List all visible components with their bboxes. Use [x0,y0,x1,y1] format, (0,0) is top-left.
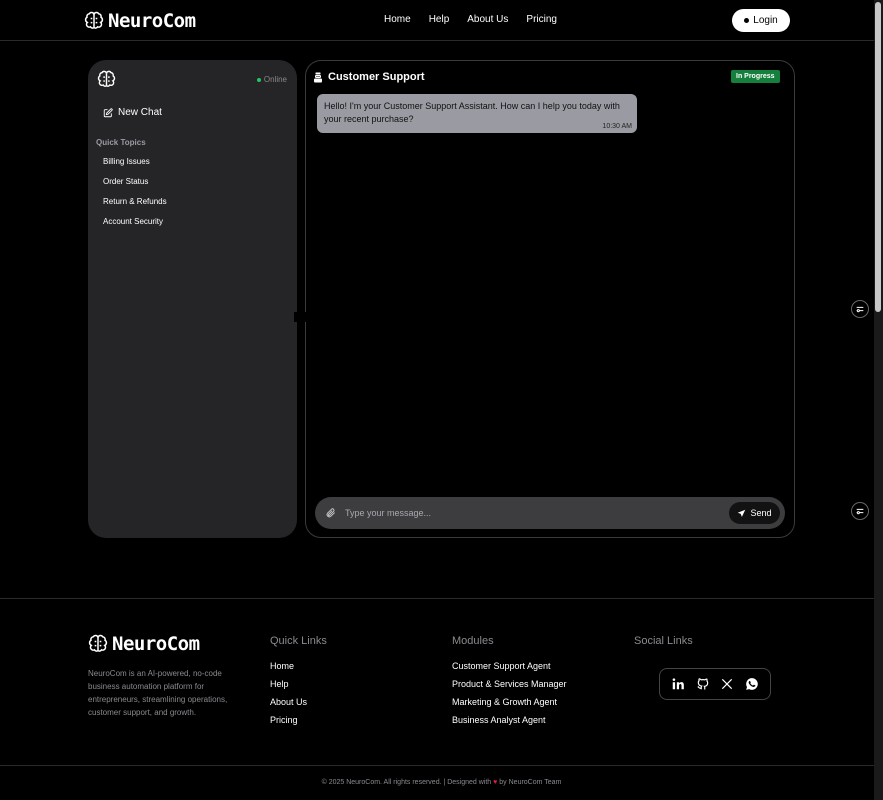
main-nav: Home Help About Us Pricing [384,14,575,25]
module-business-analyst[interactable]: Business Analyst Agent [452,715,567,733]
assistant-message: Hello! I'm your Customer Support Assista… [317,94,637,133]
topic-order-status[interactable]: Order Status [103,177,167,197]
send-icon [738,509,746,517]
chat-sidebar: Online New Chat Quick Topics Billing Iss… [88,60,297,538]
message-timestamp: 10:30 AM [602,123,632,130]
page-scrollbar[interactable] [874,0,883,800]
nav-about-us[interactable]: About Us [467,14,508,25]
brain-icon [84,11,104,29]
copyright-prefix: © 2025 NeuroCom. All rights reserved. | … [321,779,492,786]
send-label: Send [750,508,772,518]
settings-toggle-button-2[interactable] [851,502,869,520]
message-composer: Send [315,497,785,529]
footer-link-pricing[interactable]: Pricing [270,715,327,733]
copyright-suffix: by NeuroCom Team [499,779,562,786]
online-label: Online [263,75,287,84]
copyright-text: © 2025 NeuroCom. All rights reserved. | … [0,779,883,786]
nav-pricing[interactable]: Pricing [526,14,557,25]
quick-topics-heading: Quick Topics [96,138,146,147]
settings-toggle-button[interactable] [851,300,869,318]
message-input[interactable] [345,505,725,521]
support-agent-icon [314,72,322,82]
status-badge: In Progress [731,70,780,83]
send-button[interactable]: Send [729,502,780,524]
scrollbar-thumb[interactable] [875,2,881,312]
edit-icon [103,107,113,117]
login-label: Login [753,15,778,26]
site-footer: NeuroCom NeuroCom is an AI-powered, no-c… [0,598,874,800]
footer-brand[interactable]: NeuroCom [88,633,200,655]
copyright-bar: © 2025 NeuroCom. All rights reserved. | … [0,765,874,800]
sliders-icon [856,508,864,515]
quick-topics-list: Billing Issues Order Status Return & Ref… [103,157,167,237]
module-marketing-growth[interactable]: Marketing & Growth Agent [452,697,567,715]
brain-icon [88,634,108,652]
footer-link-home[interactable]: Home [270,661,327,679]
topic-billing-issues[interactable]: Billing Issues [103,157,167,177]
footer-link-help[interactable]: Help [270,679,327,697]
heart-icon: ♥ [493,779,498,786]
render-seam-gap [294,312,306,322]
online-status: Online [256,75,287,84]
module-product-services[interactable]: Product & Services Manager [452,679,567,697]
new-chat-button[interactable]: New Chat [103,107,162,118]
topic-return-refunds[interactable]: Return & Refunds [103,197,167,217]
sliders-icon [856,306,864,313]
nav-help[interactable]: Help [429,14,450,25]
github-icon[interactable] [696,677,710,691]
footer-modules: Modules Customer Support Agent Product &… [452,635,567,733]
chat-panel: Customer Support In Progress Hello! I'm … [305,60,795,538]
paperclip-icon[interactable] [325,507,336,519]
quick-links-heading: Quick Links [270,635,327,647]
footer-description: NeuroCom is an AI-powered, no-code busin… [88,669,228,717]
whatsapp-icon[interactable] [745,677,759,691]
site-header: NeuroCom Home Help About Us Pricing Logi… [0,0,883,41]
social-links-box [659,668,771,700]
login-dot-icon [744,18,750,23]
render-seam [88,312,294,322]
topic-account-security[interactable]: Account Security [103,217,167,237]
brand-name: NeuroCom [108,10,196,32]
x-icon[interactable] [720,677,734,691]
footer-social: Social Links [634,635,693,661]
message-text: Hello! I'm your Customer Support Assista… [324,101,620,124]
footer-brand-name: NeuroCom [112,633,200,655]
sidebar-header: Online [97,70,287,89]
module-customer-support[interactable]: Customer Support Agent [452,661,567,679]
nav-home[interactable]: Home [384,14,411,25]
footer-link-about-us[interactable]: About Us [270,697,327,715]
social-links-heading: Social Links [634,635,693,647]
footer-quick-links: Quick Links Home Help About Us Pricing [270,635,327,733]
login-button[interactable]: Login [732,9,790,32]
linkedin-icon[interactable] [671,677,685,691]
new-chat-label: New Chat [118,107,162,118]
brand-logo[interactable]: NeuroCom [84,10,196,32]
modules-heading: Modules [452,635,494,647]
chat-title: Customer Support [328,71,425,83]
chat-header: Customer Support [313,71,425,83]
brain-icon [97,70,116,87]
online-dot-icon [256,77,261,82]
